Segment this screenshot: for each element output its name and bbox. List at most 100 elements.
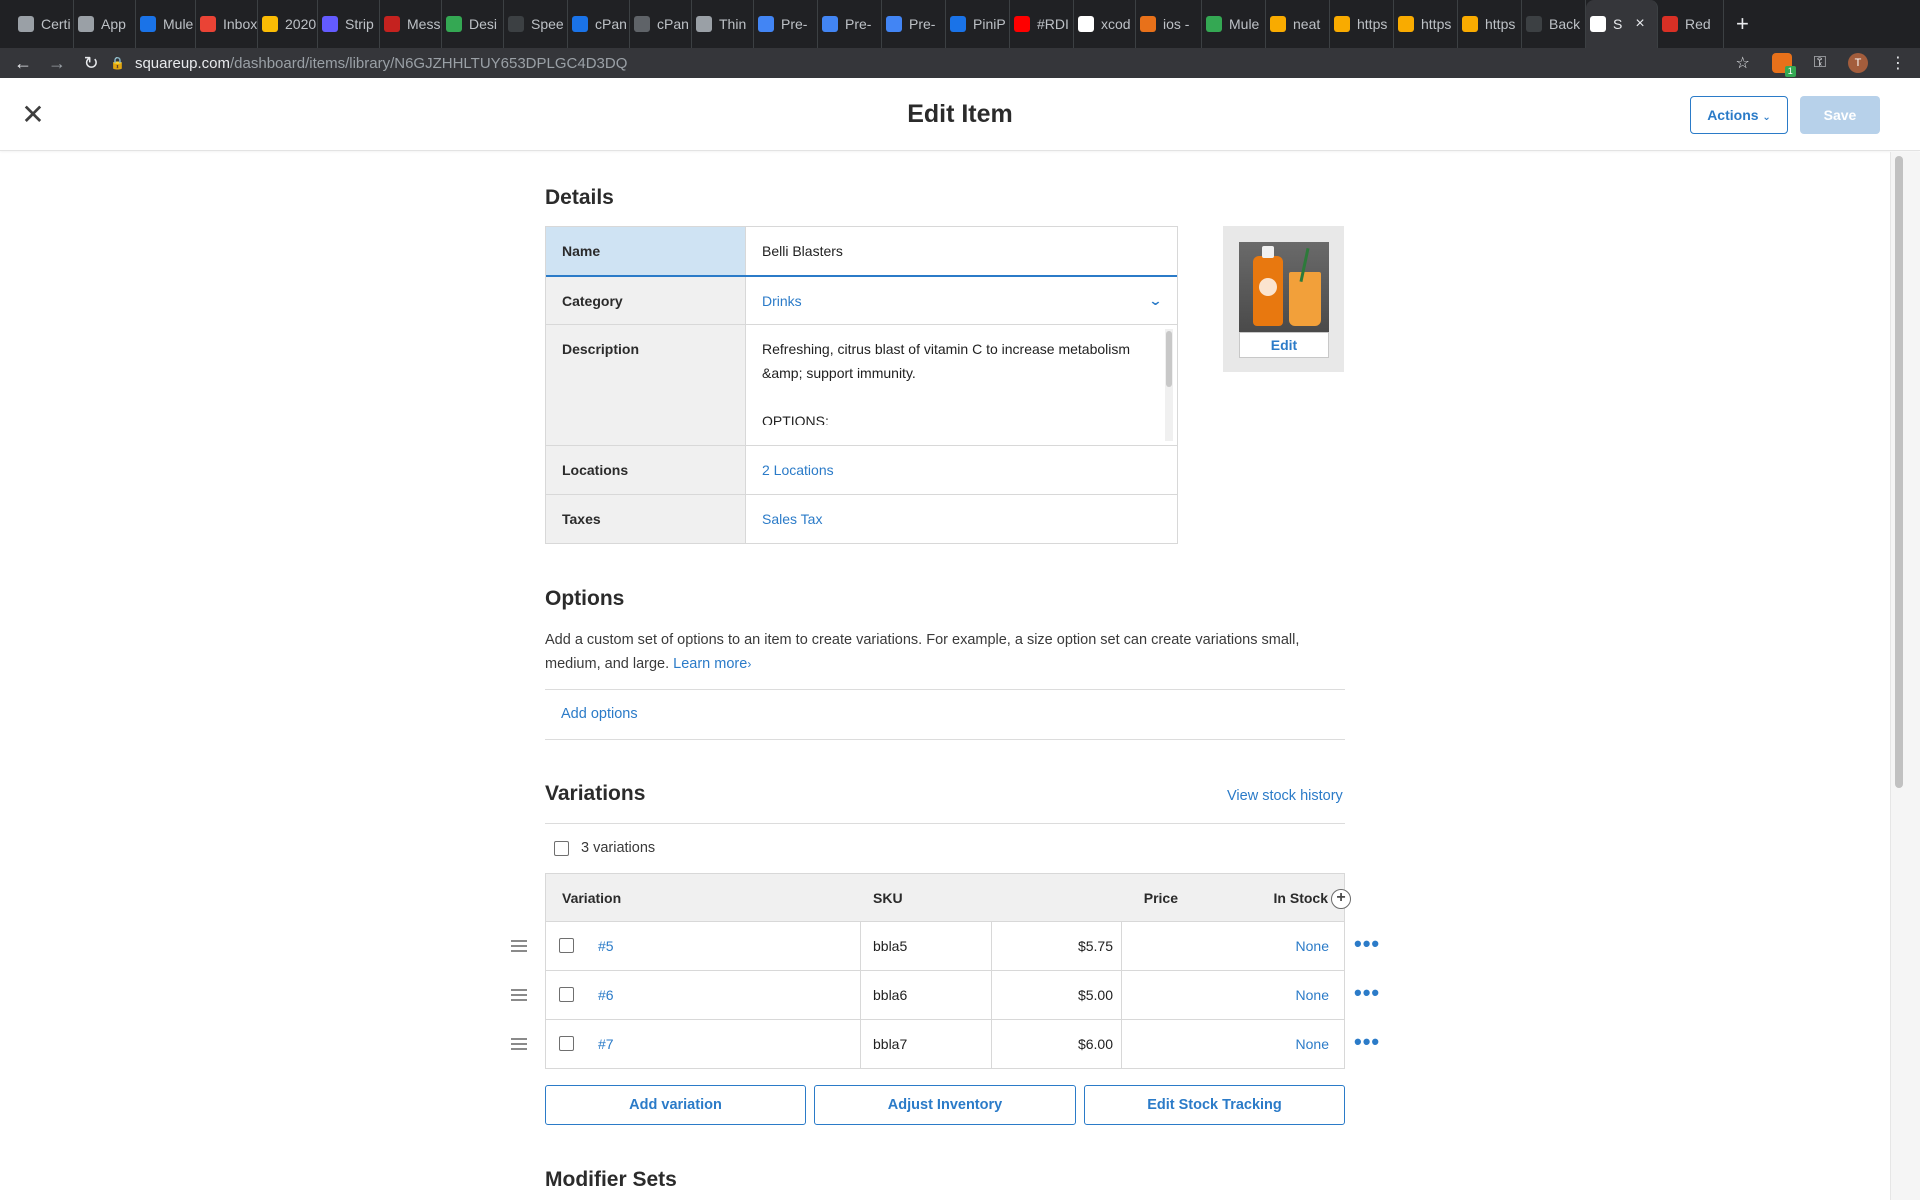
add-variation-button[interactable]: Add variation	[545, 1085, 806, 1125]
browser-tab[interactable]: Mule	[1202, 0, 1266, 48]
name-field[interactable]: Belli Blasters	[746, 227, 1177, 275]
locations-link[interactable]: 2 Locations	[746, 446, 1177, 494]
category-select[interactable]: Drinks ⌄	[746, 277, 1177, 324]
browser-tab[interactable]: Thin	[692, 0, 754, 48]
browser-tab[interactable]: Certi	[14, 0, 74, 48]
price-field[interactable]: $5.75	[991, 922, 1121, 970]
tab-close-icon[interactable]: ×	[1635, 15, 1644, 33]
price-field[interactable]: $5.00	[991, 971, 1121, 1019]
browser-tab[interactable]: https	[1458, 0, 1522, 48]
description-scrollbar[interactable]	[1165, 329, 1173, 441]
tab-favicon-icon	[1206, 16, 1222, 32]
row-checkbox[interactable]	[559, 1036, 574, 1051]
tab-label: cPan	[595, 16, 627, 32]
juice-bottle-graphic	[1253, 246, 1283, 326]
bookmark-star-icon[interactable]: ☆	[1735, 53, 1749, 73]
more-options-icon[interactable]: •••	[1354, 922, 1380, 970]
browser-tab[interactable]: Red	[1658, 0, 1724, 48]
save-button[interactable]: Save	[1800, 96, 1880, 134]
browser-tab[interactable]: #RDI	[1010, 0, 1074, 48]
sku-field[interactable]: bbla7	[860, 1020, 991, 1068]
profile-avatar[interactable]: T	[1848, 53, 1868, 73]
locations-row: Locations 2 Locations	[546, 446, 1177, 495]
taxes-link[interactable]: Sales Tax	[746, 495, 1177, 543]
variation-name-link[interactable]: #6	[598, 971, 614, 1019]
browser-tab[interactable]: PiniP	[946, 0, 1010, 48]
drag-handle-icon[interactable]	[511, 989, 527, 1001]
browser-tab[interactable]: Mule	[136, 0, 196, 48]
actions-button[interactable]: Actions ⌄	[1690, 96, 1788, 134]
in-stock-link[interactable]: None	[1121, 1020, 1337, 1068]
price-field[interactable]: $6.00	[991, 1020, 1121, 1068]
tab-label: neat	[1293, 16, 1321, 32]
key-icon[interactable]: ⚿	[1814, 54, 1826, 72]
description-field[interactable]: Refreshing, citrus blast of vitamin C to…	[746, 325, 1177, 445]
learn-more-label: Learn more	[673, 656, 748, 672]
browser-tab[interactable]: Mess	[380, 0, 442, 48]
scrollbar-thumb[interactable]	[1895, 156, 1903, 788]
tab-favicon-icon	[1462, 16, 1478, 32]
browser-tab[interactable]: Pre-	[754, 0, 818, 48]
browser-tab[interactable]: 2020	[258, 0, 318, 48]
forward-arrow-icon[interactable]: →	[40, 53, 74, 74]
page-scrollbar[interactable]	[1890, 152, 1920, 1200]
image-edit-button[interactable]: Edit	[1239, 332, 1329, 358]
row-checkbox[interactable]	[559, 938, 574, 953]
more-options-icon[interactable]: •••	[1354, 1020, 1380, 1068]
browser-tab[interactable]: xcod	[1074, 0, 1136, 48]
drag-handle-icon[interactable]	[511, 1038, 527, 1050]
browser-tab[interactable]: App	[74, 0, 136, 48]
browser-tab[interactable]: cPan	[568, 0, 630, 48]
new-tab-icon[interactable]: +	[1736, 11, 1749, 37]
browser-tab[interactable]: Spee	[504, 0, 568, 48]
in-stock-link[interactable]: None	[1121, 971, 1337, 1019]
reload-icon[interactable]: ↻	[74, 53, 108, 74]
sku-field[interactable]: bbla5	[860, 922, 991, 970]
variation-name-link[interactable]: #7	[598, 1020, 614, 1068]
tab-favicon-icon	[1526, 16, 1542, 32]
drag-handle-icon[interactable]	[511, 940, 527, 952]
tab-favicon-icon	[200, 16, 216, 32]
address-bar[interactable]: 🔒 squareup.com/dashboard/items/library/N…	[110, 48, 627, 78]
in-stock-link[interactable]: None	[1121, 922, 1337, 970]
extension-icon[interactable]	[1771, 53, 1796, 77]
tab-label: https	[1357, 16, 1388, 32]
tab-favicon-icon	[822, 16, 838, 32]
add-options-link[interactable]: Add options	[561, 706, 638, 722]
category-value: Drinks	[762, 293, 802, 309]
add-column-plus-icon[interactable]: +	[1331, 889, 1351, 909]
browser-tab[interactable]: Pre-	[882, 0, 946, 48]
browser-tab[interactable]: Pre-	[818, 0, 882, 48]
browser-tab[interactable]: neat	[1266, 0, 1330, 48]
select-all-checkbox[interactable]	[554, 841, 569, 856]
browser-tab[interactable]: Inbox	[196, 0, 258, 48]
tab-label: Spee	[531, 16, 564, 32]
browser-tab[interactable]: https	[1394, 0, 1458, 48]
tab-favicon-icon	[950, 16, 966, 32]
browser-menu-icon[interactable]: ⋮	[1890, 53, 1906, 73]
browser-tab[interactable]: Back	[1522, 0, 1586, 48]
browser-tab[interactable]: Strip	[318, 0, 380, 48]
variation-name-link[interactable]: #5	[598, 922, 614, 970]
browser-tab[interactable]: cPan	[630, 0, 692, 48]
adjust-inventory-button[interactable]: Adjust Inventory	[814, 1085, 1076, 1125]
browser-tab[interactable]: Desi	[442, 0, 504, 48]
item-image[interactable]	[1239, 242, 1329, 332]
browser-tab[interactable]: ios -	[1136, 0, 1202, 48]
edit-stock-tracking-button[interactable]: Edit Stock Tracking	[1084, 1085, 1345, 1125]
sku-field[interactable]: bbla6	[860, 971, 991, 1019]
row-checkbox[interactable]	[559, 987, 574, 1002]
browser-tab[interactable]: https	[1330, 0, 1394, 48]
tab-favicon-icon	[1334, 16, 1350, 32]
browser-tab[interactable]: S ×	[1586, 0, 1658, 48]
tab-label: App	[101, 16, 126, 32]
tab-label: Red	[1685, 16, 1711, 32]
back-arrow-icon[interactable]: ←	[6, 53, 40, 74]
more-options-icon[interactable]: •••	[1354, 971, 1380, 1019]
view-stock-history-link[interactable]: View stock history	[1227, 788, 1343, 804]
tab-label: Back	[1549, 16, 1581, 32]
tab-label: Mess	[407, 16, 441, 32]
column-header-variation: Variation	[562, 890, 622, 906]
learn-more-link[interactable]: Learn more›	[673, 656, 751, 672]
name-row: Name Belli Blasters	[546, 227, 1177, 277]
